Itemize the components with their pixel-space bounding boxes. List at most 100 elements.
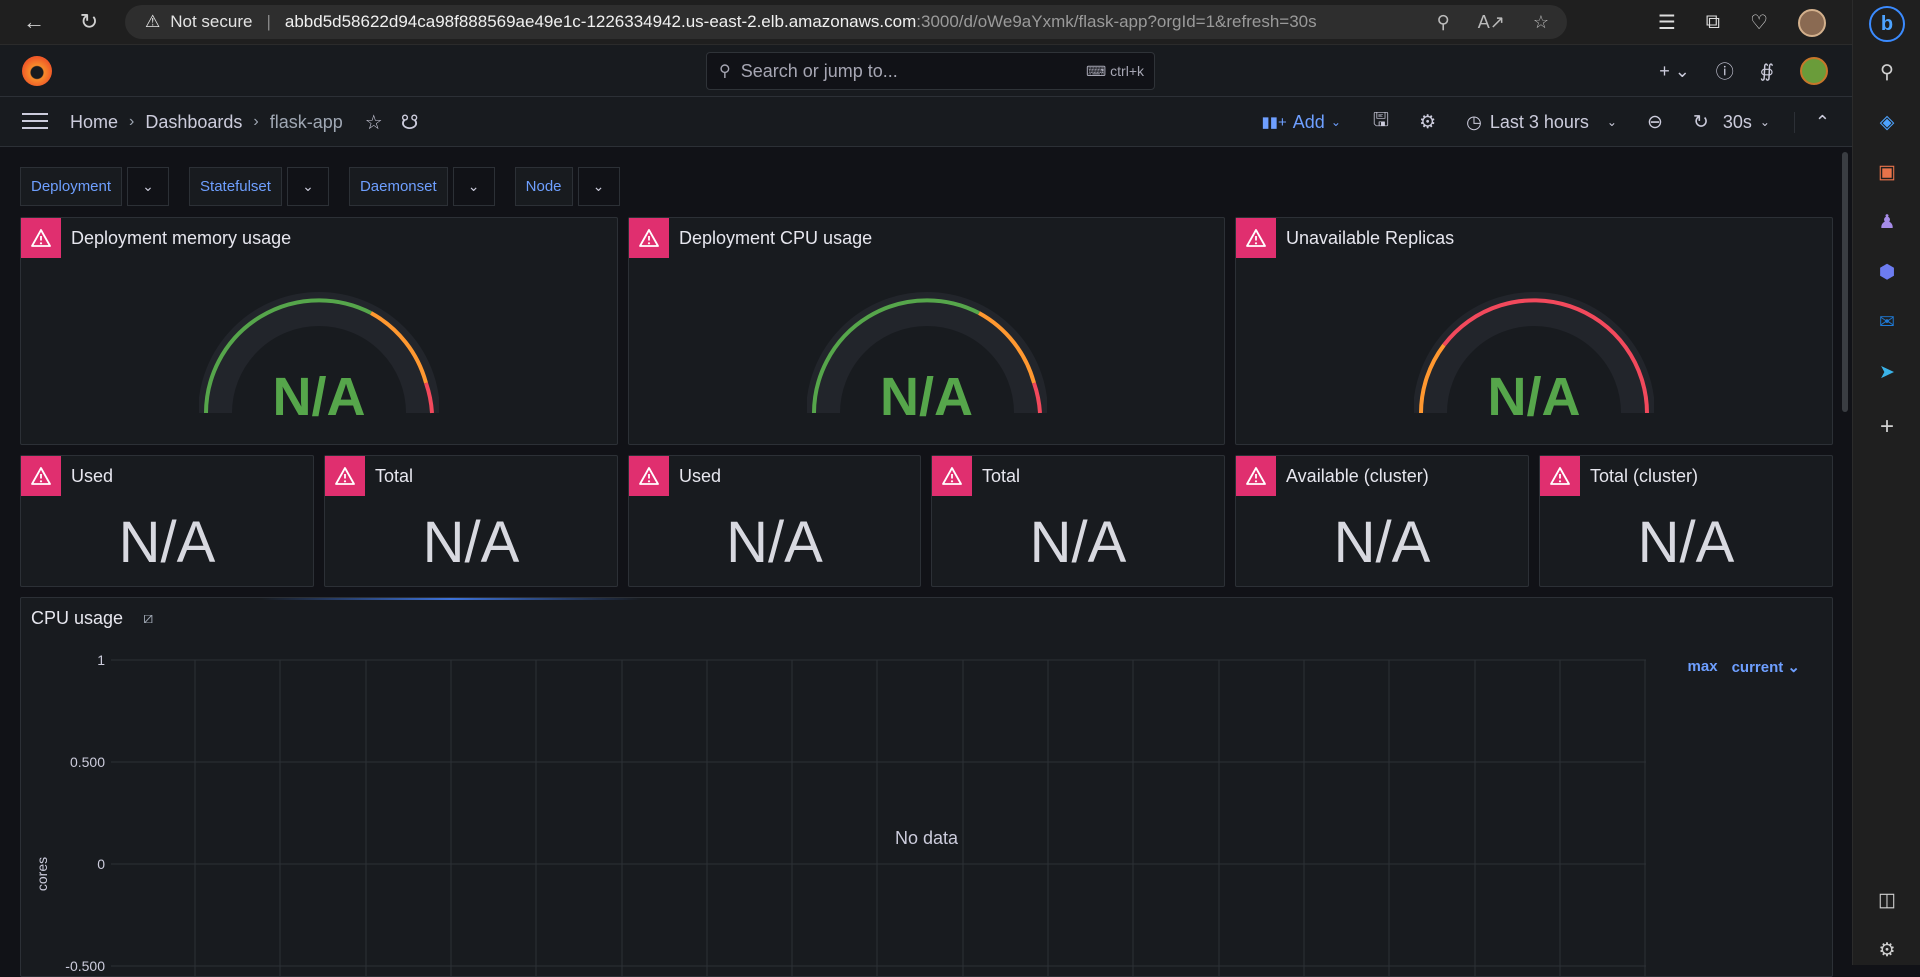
new-plus-icon[interactable]: + ⌄ <box>1659 61 1690 82</box>
alert-warning-icon[interactable] <box>1236 456 1276 496</box>
chevron-up-icon[interactable]: ⌃ <box>1793 111 1852 133</box>
back-icon[interactable]: ← <box>16 4 52 40</box>
variable-daemonset: Daemonset ⌄ <box>348 167 495 206</box>
panel-title: Total <box>982 466 1021 486</box>
zoom-out-icon[interactable]: ⊖ <box>1647 111 1663 134</box>
edge-sidebar: b ⚲ ◈ ▣ ♟ ⬢ ✉ ➤ + ◫ ⚙ <box>1852 0 1920 965</box>
grafana-logo-icon[interactable] <box>22 56 52 86</box>
stat-value: N/A <box>1637 510 1735 575</box>
refresh-icon[interactable]: ↻ <box>1693 111 1709 134</box>
variable-label: Daemonset <box>348 167 448 206</box>
alert-warning-icon[interactable] <box>21 218 61 258</box>
outlook-icon[interactable]: ✉ <box>1875 310 1899 334</box>
favorites-icon[interactable]: ☰ <box>1658 10 1676 35</box>
search-icon[interactable]: ⚲ <box>1875 60 1899 84</box>
stat-panel-total-cluster[interactable]: Total (cluster) N/A <box>1539 455 1833 587</box>
help-icon[interactable]: ⓘ <box>1716 58 1734 84</box>
chevron-down-icon: ⌄ <box>1330 115 1341 129</box>
alert-warning-icon[interactable] <box>325 456 365 496</box>
copilot-icon[interactable]: ⬢ <box>1875 260 1899 284</box>
url-separator: | <box>266 12 271 31</box>
alert-warning-icon[interactable] <box>932 456 972 496</box>
search-shortcut: ⌨ ctrl+k <box>1086 62 1144 79</box>
no-data-message: No data <box>894 828 959 848</box>
timeseries-panel-cpu-usage[interactable]: CPU usage ⧄ 1 0.500 0 -0.500 cores max curre… <box>20 597 1833 977</box>
alert-warning-icon[interactable] <box>629 456 669 496</box>
variable-node: Node ⌄ <box>514 167 620 206</box>
variable-label: Statefulset <box>189 167 282 206</box>
settings-gear-icon[interactable]: ⚙ <box>1875 938 1899 962</box>
add-panel-icon: ▮▮+ <box>1261 114 1287 131</box>
games-icon[interactable]: ♟ <box>1875 210 1899 234</box>
menu-toggle-icon[interactable] <box>22 110 48 132</box>
breadcrumb: Home › Dashboards › flask-app ☆ ☋ <box>70 97 418 147</box>
search-input[interactable]: ⚲ Search or jump to... ⌨ ctrl+k <box>706 52 1155 90</box>
gauge-panel-unavailable-replicas[interactable]: Unavailable Replicas N/A <box>1235 217 1833 445</box>
settings-gear-icon[interactable]: ⚙ <box>1419 111 1436 134</box>
variable-label: Node <box>514 167 573 206</box>
variable-statefulset: Statefulset ⌄ <box>189 167 329 206</box>
y-tick-label: 0.500 <box>70 754 105 770</box>
stat-value: N/A <box>1029 510 1127 575</box>
reload-icon[interactable]: ↻ <box>71 4 107 40</box>
panel-title: Total (cluster) <box>1590 466 1699 486</box>
scrollbar-thumb[interactable] <box>1842 152 1848 412</box>
panel-title: Unavailable Replicas <box>1286 228 1455 248</box>
variable-select-chevron-icon[interactable]: ⌄ <box>577 167 620 206</box>
gauge-panel-cpu[interactable]: Deployment CPU usage N/A <box>628 217 1225 445</box>
stat-panel-cpu-used[interactable]: Used N/A <box>628 455 921 587</box>
breadcrumb-dashboards[interactable]: Dashboards <box>145 112 242 133</box>
browser-toolbar: ← ↻ ⚠ Not secure | abbd5d58622d94ca98f88… <box>0 0 1920 45</box>
save-icon[interactable]: 🖫 <box>1373 106 1389 138</box>
sidebar-toggle-icon[interactable]: ◫ <box>1875 888 1899 912</box>
telegram-icon[interactable]: ➤ <box>1875 360 1899 384</box>
user-avatar[interactable] <box>1800 57 1828 85</box>
favorite-star-icon[interactable]: ☆ <box>1533 12 1549 33</box>
star-icon[interactable]: ☆ <box>365 110 383 135</box>
alert-warning-icon[interactable] <box>629 218 669 258</box>
tools-icon[interactable]: ▣ <box>1875 160 1899 184</box>
variable-select-chevron-icon[interactable]: ⌄ <box>286 167 329 206</box>
time-range-picker[interactable]: ◷ Last 3 hours ⌄ <box>1466 112 1617 133</box>
chevron-right-icon: › <box>129 113 135 130</box>
profile-avatar[interactable] <box>1798 8 1826 37</box>
add-icon[interactable]: + <box>1875 413 1899 440</box>
breadcrumb-home[interactable]: Home <box>70 112 118 133</box>
shopping-tag-icon[interactable]: ◈ <box>1875 110 1899 134</box>
legend-current-label: current <box>1731 659 1784 676</box>
variable-select-chevron-icon[interactable]: ⌄ <box>127 167 170 206</box>
stat-value: N/A <box>1333 510 1431 575</box>
add-button[interactable]: ▮▮+ Add ⌄ <box>1262 112 1341 133</box>
breadcrumb-current: flask-app <box>269 111 343 132</box>
variable-select-chevron-icon[interactable]: ⌄ <box>452 167 495 206</box>
stat-panel-cpu-total[interactable]: Total N/A <box>931 455 1225 587</box>
collections-icon[interactable]: ⧉ <box>1706 11 1720 34</box>
health-icon[interactable]: ♡ <box>1750 10 1768 35</box>
legend-current[interactable]: current ⌄ <box>1732 658 1800 676</box>
read-aloud-icon[interactable]: A↗ <box>1478 12 1505 33</box>
y-axis-label: cores <box>34 857 50 891</box>
alert-warning-icon[interactable] <box>1540 456 1580 496</box>
gauge-panel-memory[interactable]: Deployment memory usage N/A <box>20 217 618 445</box>
grafana-topbar: ⚲ Search or jump to... ⌨ ctrl+k + ⌄ ⓘ ∯ <box>0 45 1852 97</box>
bing-icon[interactable]: b <box>1869 6 1905 42</box>
alert-warning-icon[interactable] <box>1236 218 1276 258</box>
share-icon[interactable]: ☋ <box>401 110 419 135</box>
alert-warning-icon[interactable] <box>21 456 61 496</box>
search-shortcut-label: ctrl+k <box>1110 62 1144 79</box>
address-bar[interactable]: ⚠ Not secure | abbd5d58622d94ca98f888569… <box>125 5 1567 39</box>
key-icon[interactable]: ⚲ <box>1437 12 1450 33</box>
stat-panel-memory-total[interactable]: Total N/A <box>324 455 618 587</box>
y-tick-label: 1 <box>97 652 105 668</box>
stat-panel-available-cluster[interactable]: Available (cluster) N/A <box>1235 455 1529 587</box>
chevron-right-icon: › <box>253 113 259 130</box>
refresh-interval-picker[interactable]: 30s ⌄ <box>1723 112 1770 133</box>
gauge-value: N/A <box>880 367 973 427</box>
breadcrumb-bar: Home › Dashboards › flask-app ☆ ☋ ▮▮+ Ad… <box>0 97 1852 147</box>
template-variables: Deployment ⌄ Statefulset ⌄ Daemonset ⌄ N… <box>20 167 640 206</box>
news-rss-icon[interactable]: ∯ <box>1760 61 1774 82</box>
panel-title: Deployment CPU usage <box>679 228 873 248</box>
legend-max[interactable]: max <box>1688 658 1718 676</box>
stat-panel-memory-used[interactable]: Used N/A <box>20 455 314 587</box>
search-icon: ⚲ <box>719 63 731 80</box>
